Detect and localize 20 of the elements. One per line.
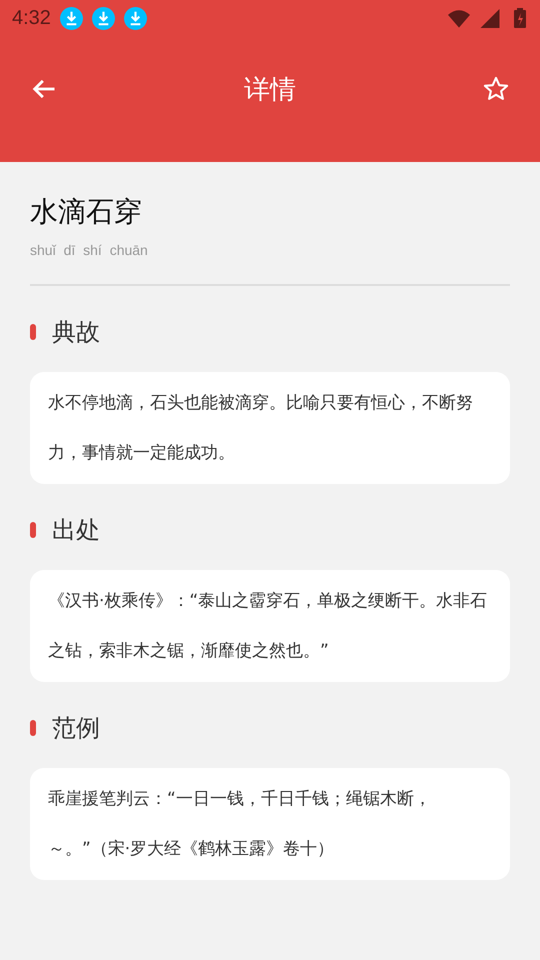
download-icon	[92, 6, 115, 30]
wifi-icon	[448, 8, 470, 28]
download-icon	[60, 6, 83, 30]
section-heading: 典故	[52, 317, 100, 348]
section-text: 乖崖援笔判云：“一日一钱，千日千钱；绳锯木断，～。”（宋·罗大经《鹤林玉露》卷十）	[48, 788, 432, 862]
section-marker	[30, 522, 36, 538]
section-text: 水不停地滴，石头也能被滴穿。比喻只要有恒心，不断努力，事情就一定能成功。	[48, 392, 474, 466]
section-heading: 出处	[52, 515, 100, 546]
section-marker	[30, 324, 36, 340]
download-icon	[124, 6, 147, 30]
star-icon[interactable]	[482, 75, 510, 103]
signal-icon	[479, 8, 501, 28]
section-heading: 范例	[52, 713, 100, 744]
pinyin: shuǐ dī shí chuān	[30, 242, 149, 258]
battery-icon	[514, 8, 526, 28]
idiom-title: 水滴石穿	[30, 194, 143, 230]
section-marker	[30, 720, 36, 736]
section-text: 《汉书·枚乘传》：“泰山之霤穿石，单极之绠断干。水非石之钻，索非木之锯，渐靡使之然也。”	[48, 590, 488, 664]
status-time: 4:32	[12, 6, 51, 30]
page-title: 详情	[244, 74, 296, 106]
